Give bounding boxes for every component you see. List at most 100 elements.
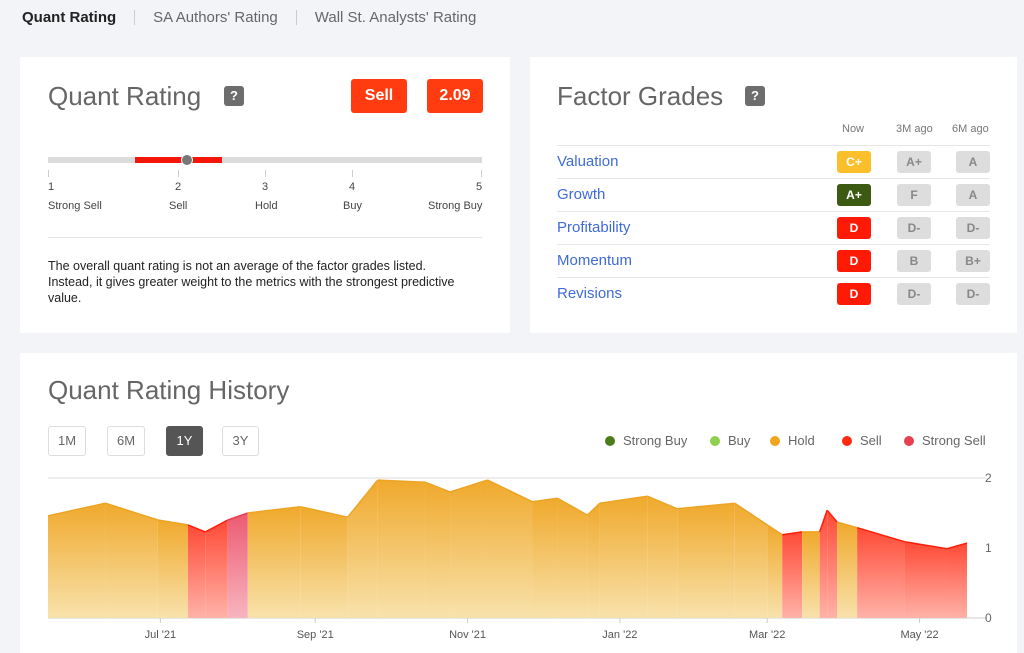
area-segment-sell xyxy=(782,531,803,618)
x-tick-label: Mar '22 xyxy=(749,629,785,641)
area-segment-hold xyxy=(767,524,783,618)
column-header-3m: 3M ago xyxy=(896,123,933,135)
factor-row-momentum: Momentum D B B+ xyxy=(557,244,990,277)
grade-now: D xyxy=(837,250,871,272)
tab-sa-authors-rating[interactable]: SA Authors' Rating xyxy=(153,9,278,26)
rating-tabs: Quant Rating SA Authors' Rating Wall St.… xyxy=(22,9,476,26)
scale-tick xyxy=(48,170,49,177)
grade-now: D xyxy=(837,283,871,305)
grade-now: A+ xyxy=(837,184,871,206)
area-segment-hold xyxy=(157,520,188,618)
factor-link[interactable]: Valuation xyxy=(557,153,618,170)
grade-3m-ago: D- xyxy=(897,283,931,305)
area-segment-sell xyxy=(947,543,967,618)
y-tick-label: 2 xyxy=(985,471,992,485)
scale-label: Strong Sell xyxy=(48,200,102,212)
area-segment-hold xyxy=(487,480,533,618)
grade-now: D xyxy=(837,217,871,239)
area-segment-sell xyxy=(827,510,838,618)
scale-number: 1 xyxy=(48,181,55,193)
quant-rating-history-card: Quant Rating History 1M 6M 1Y 3Y Strong … xyxy=(20,353,1017,653)
area-segment-hold xyxy=(647,496,678,618)
grade-6m-ago: D- xyxy=(956,283,990,305)
scale-number: 4 xyxy=(349,181,356,193)
grade-3m-ago: B xyxy=(897,250,931,272)
rating-slider-track xyxy=(48,154,482,166)
area-segment-hold xyxy=(450,480,488,618)
area-segment-hold xyxy=(557,498,588,618)
scale-number: 2 xyxy=(175,181,182,193)
area-segment-hold xyxy=(802,531,820,618)
scale-tick xyxy=(481,170,482,177)
factor-row-growth: Growth A+ F A xyxy=(557,178,990,211)
scale-label: Hold xyxy=(255,200,278,212)
area-segment-hold xyxy=(377,480,426,618)
grade-3m-ago: D- xyxy=(897,217,931,239)
grade-now: C+ xyxy=(837,151,871,173)
factor-row-profitability: Profitability D D- D- xyxy=(557,211,990,244)
area-segment-hold xyxy=(734,503,768,618)
x-tick-label: May '22 xyxy=(900,629,938,641)
factor-link[interactable]: Momentum xyxy=(557,252,632,269)
area-segment-sell xyxy=(857,527,905,618)
area-segment-hold xyxy=(300,506,348,618)
area-segment-hold xyxy=(347,480,378,618)
grade-6m-ago: A xyxy=(956,151,990,173)
rating-badge: Sell xyxy=(351,79,407,113)
column-header-now: Now xyxy=(842,123,865,135)
score-badge: 2.09 xyxy=(427,79,483,113)
rating-marker xyxy=(181,154,193,166)
x-tick-label: Sep '21 xyxy=(297,629,334,641)
area-segment-hold xyxy=(48,503,106,618)
help-icon[interactable]: ? xyxy=(745,86,765,106)
area-segment-strong-sell xyxy=(227,513,248,618)
card-title: Factor Grades xyxy=(557,81,724,111)
x-tick-label: Jul '21 xyxy=(145,629,176,641)
area-segment-hold xyxy=(425,482,451,618)
scale-label: Sell xyxy=(169,200,188,212)
rating-range xyxy=(135,157,222,163)
column-header-6m: 6M ago xyxy=(952,123,989,135)
factor-link[interactable]: Growth xyxy=(557,186,605,203)
area-segment-hold xyxy=(837,522,858,618)
x-tick-label: Nov '21 xyxy=(449,629,486,641)
area-segment-hold xyxy=(677,503,735,618)
x-tick-label: Jan '22 xyxy=(602,629,637,641)
area-segment-hold xyxy=(247,506,301,618)
rating-history-chart: 0 1 2 Jul '21 Sep '21 Nov '21 Jan '22 Mar '22 Ma… xyxy=(47,471,992,641)
scale-tick xyxy=(265,170,266,177)
factor-grades-card: Factor Grades ? Now 3M ago 6M ago Valuat… xyxy=(530,57,1017,333)
help-icon[interactable]: ? xyxy=(224,86,244,106)
factor-row-valuation: Valuation C+ A+ A xyxy=(557,145,990,178)
area-segment-sell xyxy=(205,520,228,618)
area-segment-hold xyxy=(599,496,648,618)
grade-3m-ago: F xyxy=(897,184,931,206)
grade-6m-ago: D- xyxy=(956,217,990,239)
scale-tick xyxy=(178,170,179,177)
area-segment-hold xyxy=(532,498,558,618)
area-segment-sell xyxy=(187,524,206,618)
scale-number: 3 xyxy=(262,181,269,193)
tab-wall-st-rating[interactable]: Wall St. Analysts' Rating xyxy=(315,9,477,26)
tab-divider xyxy=(295,10,297,25)
area-segment-hold xyxy=(105,503,158,618)
grade-3m-ago: A+ xyxy=(897,151,931,173)
scale-number: 5 xyxy=(476,181,483,193)
y-tick-label: 1 xyxy=(985,541,992,555)
divider xyxy=(48,237,482,238)
scale-label: Strong Buy xyxy=(428,200,483,212)
factor-link[interactable]: Profitability xyxy=(557,219,630,236)
y-tick-label: 0 xyxy=(985,611,992,625)
scale-label: Buy xyxy=(343,200,362,212)
area-segment-sell xyxy=(904,541,948,618)
factor-link[interactable]: Revisions xyxy=(557,285,622,302)
grade-6m-ago: A xyxy=(956,184,990,206)
quant-rating-card: Quant Rating ? Sell 2.09 1 2 3 4 5 Stron… xyxy=(20,57,510,333)
card-title: Quant Rating xyxy=(48,81,202,111)
factor-row-revisions: Revisions D D- D- xyxy=(557,277,990,310)
tab-divider xyxy=(134,10,136,25)
tab-quant-rating[interactable]: Quant Rating xyxy=(22,9,116,26)
scale-tick xyxy=(352,170,353,177)
rating-description: The overall quant rating is not an avera… xyxy=(48,259,455,305)
grade-6m-ago: B+ xyxy=(956,250,990,272)
